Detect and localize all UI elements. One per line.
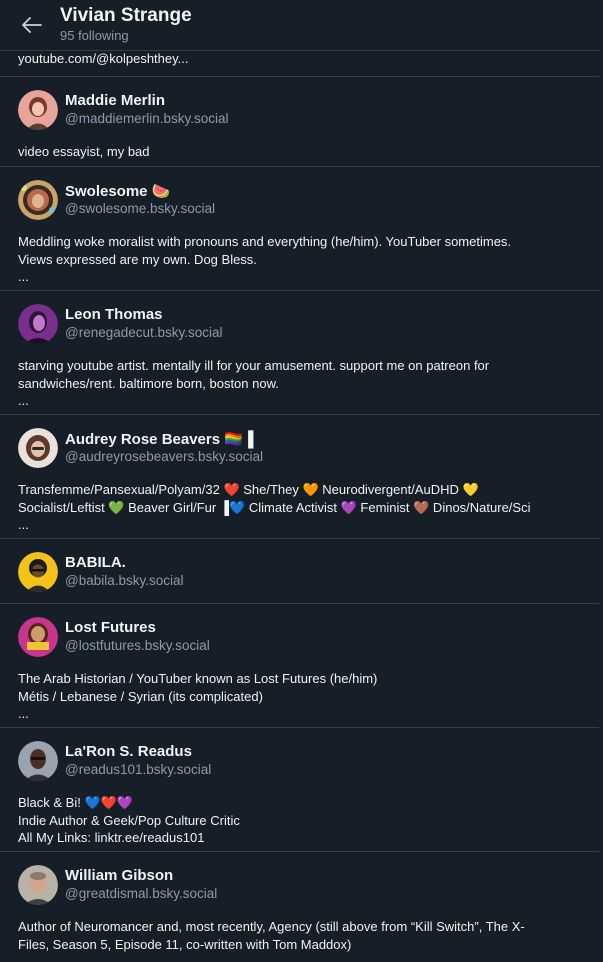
profile-name[interactable]: William Gibson [65,867,173,884]
back-button[interactable] [16,9,48,41]
list-item[interactable]: Maddie Merlin @maddiemerlin.bsky.social … [0,77,599,167]
profile-name[interactable]: Leon Thomas [65,306,163,323]
description-line: Métis / Lebanese / Syrian (its complicat… [18,688,263,704]
arrow-left-icon [22,17,42,33]
list-item[interactable]: youtube.com/@kolpeshthey... [0,50,599,77]
profile-name[interactable]: Lost Futures [65,619,156,636]
following-count: 95 following [60,28,129,43]
profile-description: The Arab Historian / YouTuber known as L… [18,670,583,723]
description-line: All My Links: linktr.ee/readus101 [18,830,205,845]
list-item[interactable]: William Gibson @greatdismal.bsky.social … [0,852,599,962]
list-item[interactable]: Swolesome 🍉 @swolesome.bsky.social Meddl… [0,167,599,291]
profile-description: youtube.com/@kolpeshthey... [18,51,189,66]
page-header: Vivian Strange 95 following [0,0,599,51]
list-item[interactable]: La'Ron S. Readus @readus101.bsky.social … [0,728,599,852]
profile-description: starving youtube artist. mentally ill fo… [18,357,583,410]
profile-description: video essayist, my bad [18,143,583,161]
description-line: Views expressed are my own. Dog Bless. [18,251,257,267]
profile-handle: @maddiemerlin.bsky.social [65,111,229,126]
page-title: Vivian Strange [60,5,192,26]
list-item[interactable]: Leon Thomas @renegadecut.bsky.social sta… [0,291,599,415]
description-line: Meddling woke moralist with pronouns and… [18,234,512,249]
description-line: ... [18,706,29,721]
description-line: ... [18,517,29,532]
profile-handle: @greatdismal.bsky.social [65,886,218,901]
avatar[interactable] [18,90,58,130]
profile-handle: @babila.bsky.social [65,573,184,588]
scrollbar[interactable] [599,0,603,955]
description-line: The Arab Historian / YouTuber known as L… [18,671,378,686]
description-line: ... [18,393,29,408]
profile-description: Author of Neuromancer and, most recently… [18,918,583,953]
profile-description: Transfemme/Pansexual/Polyam/32 ❤️ She/Th… [18,481,583,534]
profile-handle: @lostfutures.bsky.social [65,638,210,653]
description-line: Indie Author & Geek/Pop Culture Critic [18,812,240,828]
profile-name[interactable]: La'Ron S. Readus [65,743,192,760]
description-line: Files, Season 5, Episode 11, co-written … [18,936,352,952]
profile-handle: @swolesome.bsky.social [65,201,216,216]
list-item[interactable]: Audrey Rose Beavers 🏳️‍🌈▐ @audreyrosebea… [0,415,599,539]
profile-handle: @renegadecut.bsky.social [65,325,223,340]
avatar[interactable] [18,552,58,592]
avatar[interactable] [18,617,58,657]
profile-name[interactable]: BABILA. [65,554,126,571]
avatar[interactable] [18,865,58,905]
profile-name[interactable]: Swolesome 🍉 [65,182,170,200]
profile-handle: @readus101.bsky.social [65,762,212,777]
profile-handle: @audreyrosebeavers.bsky.social [65,449,264,464]
description-line: Black & Bi! 💙❤️💜 [18,795,134,810]
avatar[interactable] [18,428,58,468]
profile-description: Meddling woke moralist with pronouns and… [18,233,583,286]
description-line: video essayist, my bad [18,144,150,159]
description-line: Transfemme/Pansexual/Polyam/32 ❤️ She/Th… [18,482,479,497]
list-item[interactable]: Lost Futures @lostfutures.bsky.social Th… [0,604,599,728]
description-line: Author of Neuromancer and, most recently… [18,919,525,934]
avatar[interactable] [18,180,58,220]
description-line: ... [18,269,29,284]
description-line: sandwiches/rent. baltimore born, boston … [18,375,279,391]
description-line: Socialist/Leftist 💚 Beaver Girl/Fur ▐💙 C… [18,499,531,515]
list-item[interactable]: BABILA. @babila.bsky.social [0,539,599,604]
profile-name[interactable]: Maddie Merlin [65,92,165,109]
description-line: starving youtube artist. mentally ill fo… [18,358,490,373]
avatar[interactable] [18,741,58,781]
profile-description: Black & Bi! 💙❤️💜 Indie Author & Geek/Pop… [18,794,583,847]
avatar[interactable] [18,304,58,344]
profile-name[interactable]: Audrey Rose Beavers 🏳️‍🌈▐ [65,430,254,448]
